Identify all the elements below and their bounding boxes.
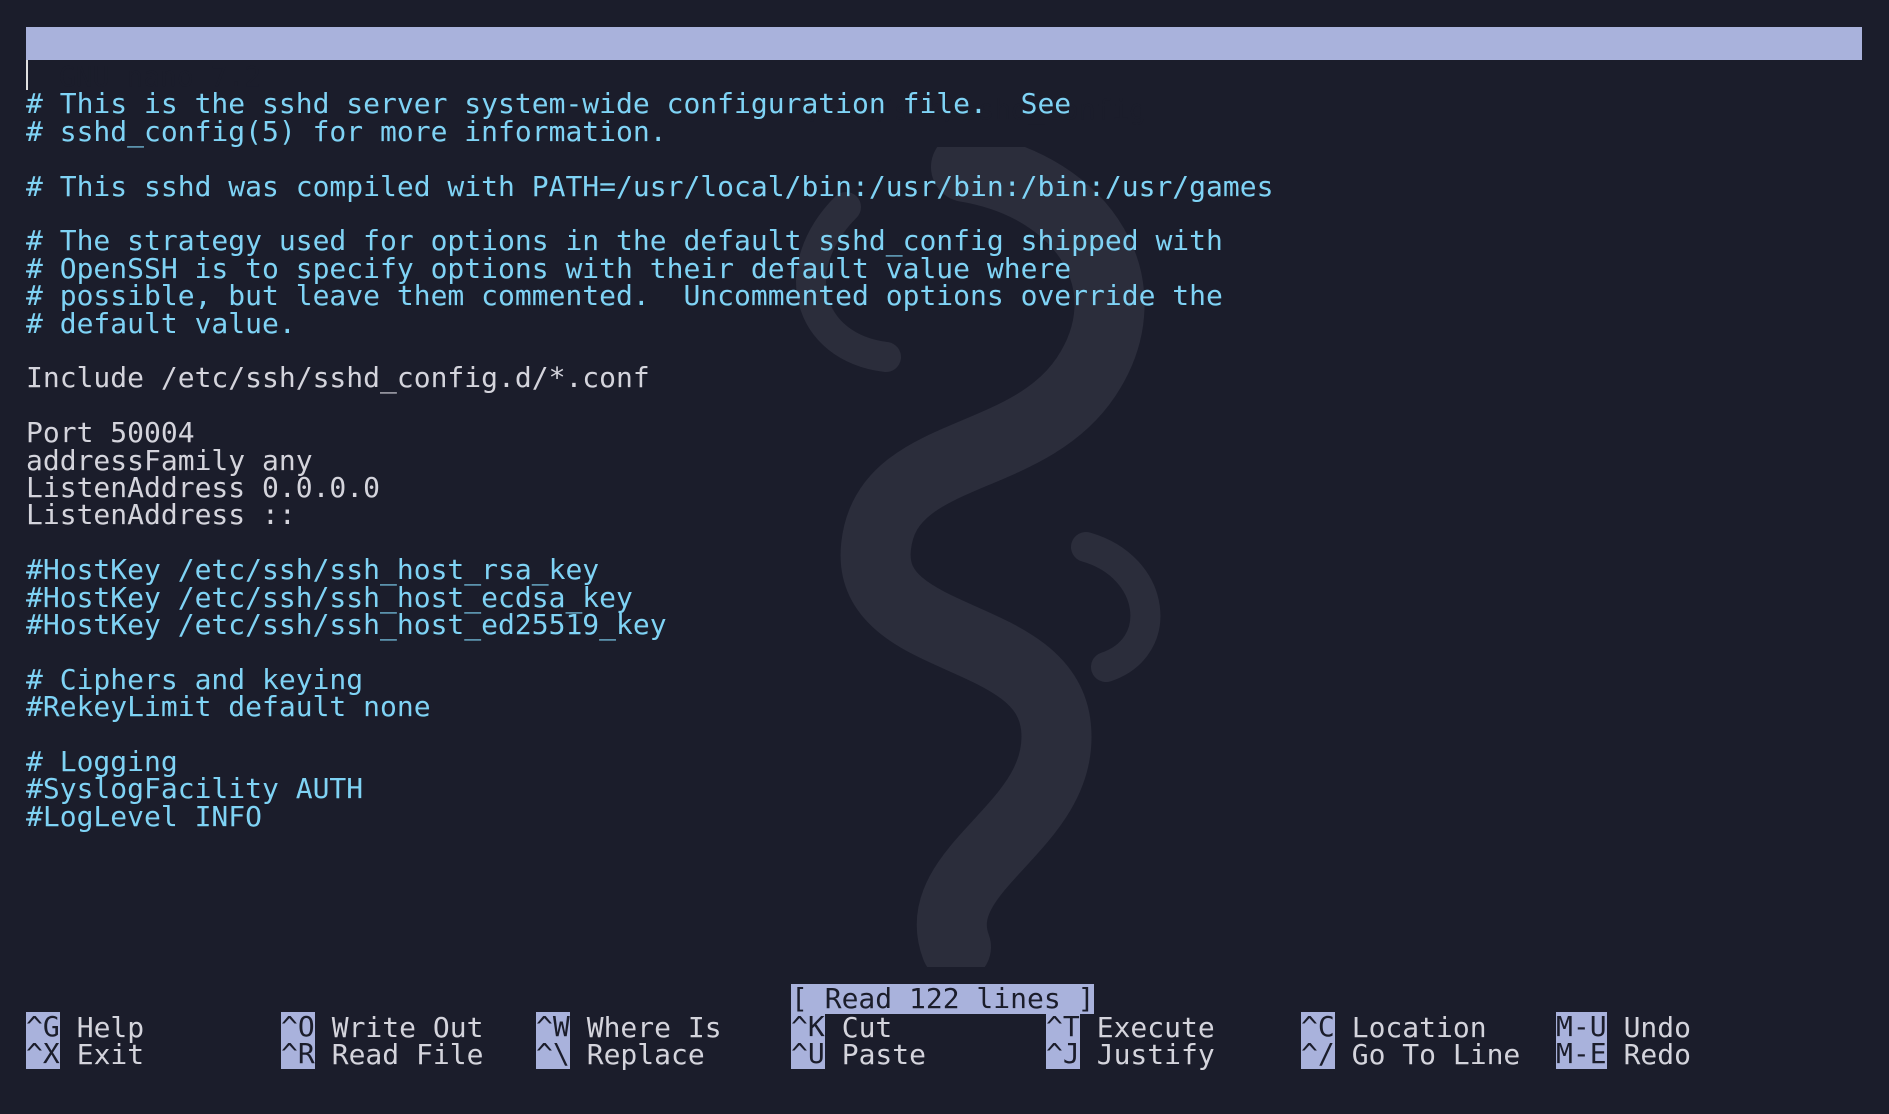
shortcut-key: ^/ [1301, 1037, 1335, 1070]
shortcut-key: ^U [791, 1037, 825, 1070]
editor-line[interactable]: #HostKey /etc/ssh/ssh_host_ed25519_key [26, 608, 667, 641]
shortcut-item[interactable]: ^X Exit [26, 1038, 144, 1071]
text-cursor [26, 60, 28, 90]
shortcut-item[interactable]: M-E Redo [1556, 1038, 1691, 1071]
shortcut-label: Justify [1096, 1038, 1215, 1071]
shortcut-item[interactable]: ^R Read File [281, 1038, 483, 1071]
shortcut-label: Go To Line [1351, 1038, 1521, 1071]
shortcut-item[interactable]: ^/ Go To Line [1301, 1038, 1520, 1071]
editor-line[interactable]: # This sshd was compiled with PATH=/usr/… [26, 170, 1273, 203]
title-bar: GNU nano 7.2 /etc/ssh/sshd_config [26, 27, 1862, 126]
editor-line[interactable]: #RekeyLimit default none [26, 690, 431, 723]
shortcut-key: ^J [1046, 1037, 1080, 1070]
editor-line[interactable]: #LogLevel INFO [26, 800, 262, 833]
shortcut-key: ^X [26, 1037, 60, 1070]
editor-line[interactable]: ListenAddress :: [26, 498, 296, 531]
nano-terminal[interactable]: GNU nano 7.2 /etc/ssh/sshd_config # This… [26, 27, 1862, 1087]
shortcut-key: ^\ [536, 1037, 570, 1070]
shortcut-label: Replace [586, 1038, 705, 1071]
editor-line[interactable]: # default value. [26, 307, 296, 340]
shortcut-item[interactable]: ^\ Replace [536, 1038, 705, 1071]
shortcut-key: M-E [1556, 1037, 1607, 1070]
shortcut-label: Read File [331, 1038, 484, 1071]
shortcut-item[interactable]: ^U Paste [791, 1038, 926, 1071]
shortcut-key: ^R [281, 1037, 315, 1070]
shortcut-label: Redo [1623, 1038, 1692, 1071]
shortcut-label: Exit [76, 1038, 145, 1071]
shortcut-item[interactable]: ^J Justify [1046, 1038, 1215, 1071]
editor-line[interactable]: Include /etc/ssh/sshd_config.d/*.conf [26, 361, 650, 394]
editor-line[interactable]: # sshd_config(5) for more information. [26, 115, 667, 148]
shortcut-label: Paste [841, 1038, 927, 1071]
